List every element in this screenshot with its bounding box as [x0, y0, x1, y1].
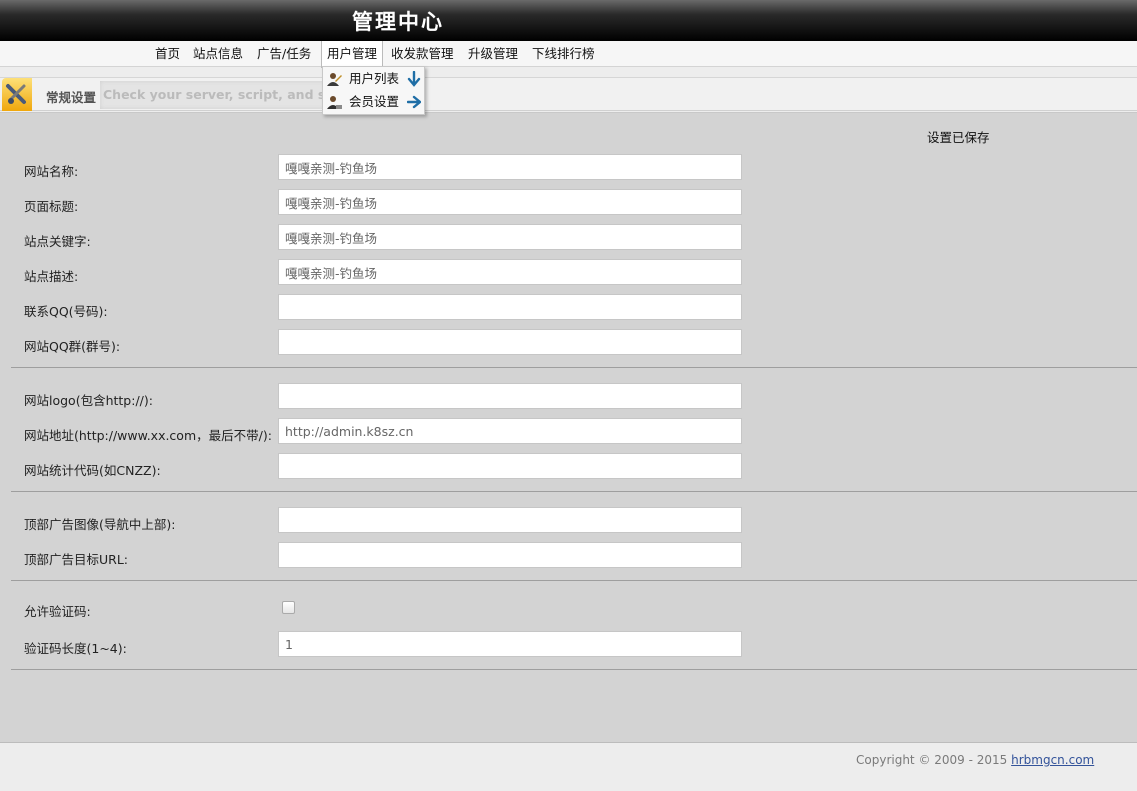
tab-hint-text: Check your server, script, and site deta… — [100, 81, 330, 109]
site-title: 管理中心 — [352, 9, 444, 34]
captcha-enabled-label: 允许验证码: — [24, 604, 91, 619]
menu-item-label: 会员设置 — [349, 94, 400, 109]
arrow-right-icon — [407, 95, 421, 109]
nav-item-site-info[interactable]: 站点信息 — [188, 41, 248, 67]
nav-item-payments[interactable]: 收发款管理 — [386, 41, 459, 67]
nav-item-ads-tasks[interactable]: 广告/任务 — [252, 41, 316, 67]
description-label: 站点描述: — [24, 269, 79, 284]
copyright-text: Copyright © 2009 - 2015 — [856, 753, 1012, 767]
section-divider — [11, 491, 1137, 492]
keywords-label: 站点关键字: — [24, 234, 91, 249]
captcha-length-field[interactable] — [278, 631, 742, 657]
section-tab-bar: 常规设置 Check your server, script, and site… — [0, 77, 1137, 111]
section-divider — [11, 580, 1137, 581]
captcha-enabled-checkbox[interactable] — [282, 601, 295, 614]
site-url-field[interactable] — [278, 418, 742, 444]
site-name-label: 网站名称: — [24, 164, 79, 179]
user-edit-icon — [327, 73, 342, 86]
user-management-dropdown: 用户列表 会员设置 — [322, 66, 425, 115]
settings-form: 设置已保存 网站名称: 页面标题: 站点关键字: 站点描述: 联系QQ(号码):… — [0, 112, 1137, 743]
page-title-label: 页面标题: — [24, 199, 79, 214]
stats-code-field[interactable] — [278, 453, 742, 479]
settings-tools-icon — [2, 78, 32, 111]
header-bar: 管理中心 — [0, 0, 1137, 41]
top-ad-url-field[interactable] — [278, 542, 742, 568]
stats-code-label: 网站统计代码(如CNZZ): — [24, 463, 161, 478]
section-divider — [11, 669, 1137, 670]
keywords-field[interactable] — [278, 224, 742, 250]
site-url-label: 网站地址(http://www.xx.com，最后不带/): — [24, 428, 272, 443]
contact-qq-label: 联系QQ(号码): — [24, 304, 108, 319]
site-name-field[interactable] — [278, 154, 742, 180]
page-title-field[interactable] — [278, 189, 742, 215]
footer: Copyright © 2009 - 2015 hrbmgcn.com — [856, 753, 1094, 767]
top-ad-image-field[interactable] — [278, 507, 742, 533]
top-ad-url-label: 顶部广告目标URL: — [24, 552, 129, 567]
user-settings-icon — [327, 96, 342, 109]
save-status-message: 设置已保存 — [927, 130, 990, 145]
menu-item-member-settings[interactable]: 会员设置 — [323, 91, 424, 113]
nav-item-user-management[interactable]: 用户管理 — [321, 41, 384, 68]
contact-qq-field[interactable] — [278, 294, 742, 320]
footer-site-link[interactable]: hrbmgcn.com — [1011, 753, 1094, 767]
logo-label: 网站logo(包含http://): — [24, 393, 153, 408]
nav-item-upgrades[interactable]: 升级管理 — [463, 41, 523, 67]
nav-item-home[interactable]: 首页 — [150, 41, 185, 67]
arrow-down-icon — [407, 71, 421, 87]
menu-item-label: 用户列表 — [349, 71, 400, 86]
menu-item-user-list[interactable]: 用户列表 — [323, 68, 424, 90]
qq-group-label: 网站QQ群(群号): — [24, 339, 121, 354]
description-field[interactable] — [278, 259, 742, 285]
qq-group-field[interactable] — [278, 329, 742, 355]
captcha-length-label: 验证码长度(1~4): — [24, 641, 127, 656]
tab-general-settings[interactable]: 常规设置 — [46, 87, 96, 106]
logo-url-field[interactable] — [278, 383, 742, 409]
nav-item-downline-ranking[interactable]: 下线排行榜 — [527, 41, 600, 67]
main-nav: 首页 站点信息 广告/任务 用户管理 收发款管理 升级管理 下线排行榜 — [0, 41, 1137, 68]
section-divider — [11, 367, 1137, 368]
top-ad-image-label: 顶部广告图像(导航中上部): — [24, 517, 176, 532]
